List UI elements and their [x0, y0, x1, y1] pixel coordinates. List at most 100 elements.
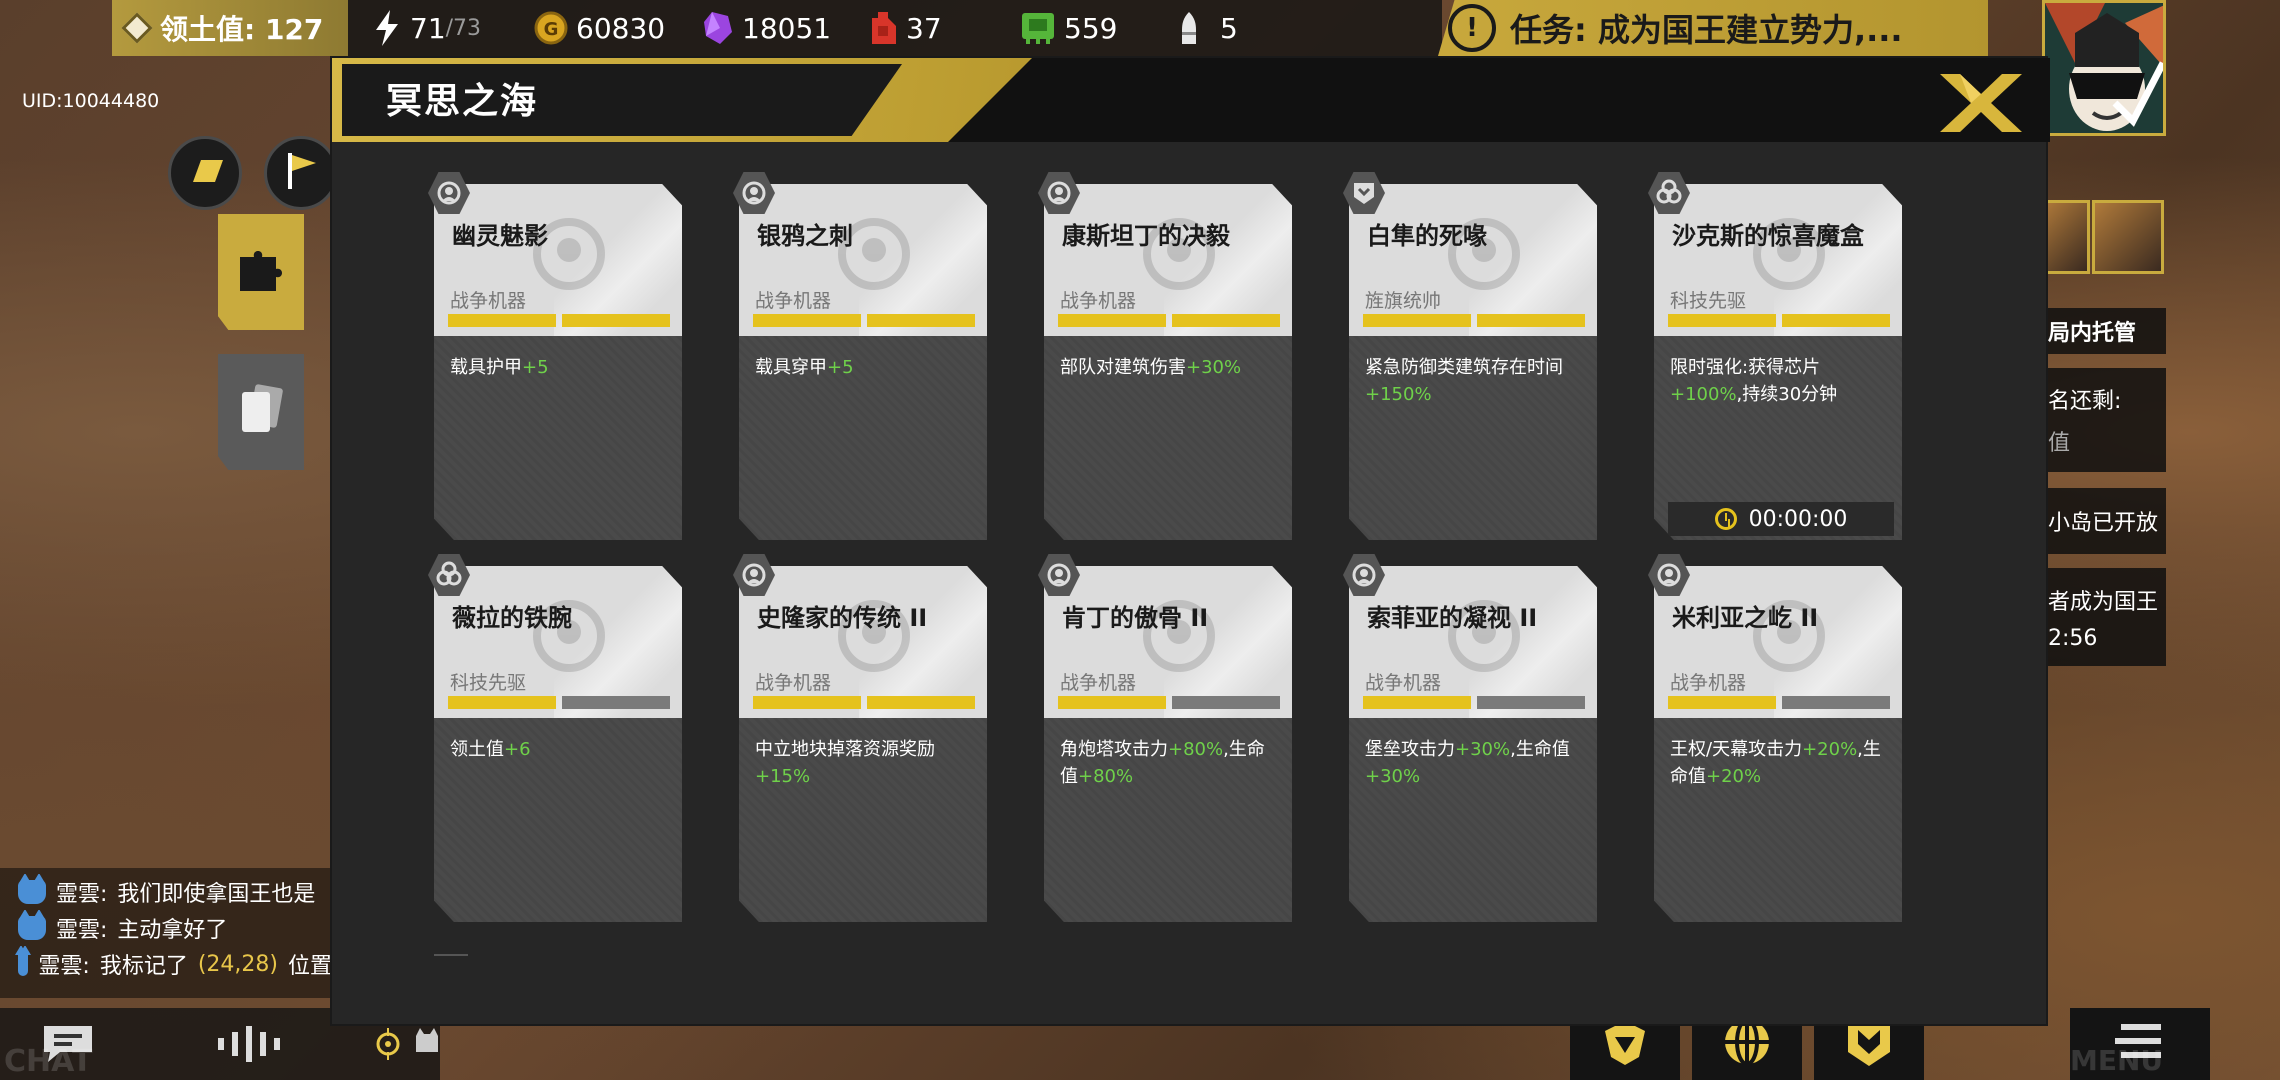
map-marker-button[interactable] [168, 136, 242, 210]
flag-icon [284, 151, 318, 195]
level-bar [1477, 696, 1585, 709]
level-bar [1668, 314, 1776, 327]
tab-puzzle[interactable] [218, 214, 304, 330]
level-bar [1477, 314, 1585, 327]
hosting-panel[interactable]: 局内托管 [2048, 308, 2166, 354]
divider [434, 954, 468, 956]
buff-card[interactable]: 康斯坦丁的决毅战争机器部队对建筑伤害+30% [1044, 184, 1292, 540]
chat-text: 主动拿好了 [117, 918, 228, 943]
chat-message: 霊雲: 主动拿好了 [0, 910, 332, 946]
menu-button[interactable]: MENU [2070, 1008, 2210, 1080]
ammo-resource[interactable]: 5 [1178, 0, 1238, 56]
clock-icon [1714, 508, 1737, 530]
card-type: 战争机器 [755, 290, 832, 312]
card-type: 战争机器 [1365, 672, 1442, 694]
locate-target-icon[interactable] [372, 1028, 404, 1060]
chat-coordinate-link[interactable]: (24,28) [198, 952, 278, 977]
territory-value[interactable]: 领土值: 127 [112, 0, 348, 56]
buff-card[interactable]: 米利亚之屹 II 战争机器 王权/天幕攻击力+20%,生命值+20% [1654, 566, 1902, 922]
description-text: ,生命值 [1510, 739, 1570, 760]
voice-wave-icon[interactable] [214, 1026, 298, 1062]
puzzle-icon [234, 243, 288, 301]
description-text: 载具穿甲 [755, 357, 827, 378]
gold-coin-icon: G [534, 11, 568, 45]
card-type: 科技先驱 [450, 672, 527, 694]
card-name: 史隆家的传统 II [757, 604, 928, 632]
chat-text: 我标记了 [99, 954, 188, 979]
description-text: ,持续30分钟 [1736, 384, 1838, 405]
card-name: 米利亚之屹 II [1672, 604, 1819, 632]
level-bar [1782, 314, 1890, 327]
buff-modal: 冥思之海 幽灵魅影 战争机器 载具护甲+5 银鸦之刺 战争机器 载具穿甲+5 康斯坦丁的决毅… [330, 56, 2050, 1026]
card-type: 战争机器 [1060, 290, 1137, 312]
description-text: 紧急防御类建筑存在时间 [1365, 357, 1563, 378]
level-bar [867, 696, 975, 709]
close-button[interactable] [1936, 72, 2026, 138]
level-bar [448, 696, 556, 709]
remaining-label: 名还剩: [2048, 389, 2122, 414]
buff-card[interactable]: 肯丁的傲骨 II 战争机器 角炮塔攻击力+80%,生命值+80% [1044, 566, 1292, 922]
tab-cards[interactable] [218, 354, 304, 470]
chat-panel[interactable]: 霊雲: 我们即使拿国王也是 霊雲: 主动拿好了 霊雲: 我标记了 (24,28) 位… [0, 868, 332, 998]
buff-card[interactable]: 薇拉的铁腕 科技先驱 领土值+6 [434, 566, 682, 922]
bonus-value: +5 [522, 357, 549, 378]
territory-label: 领土值: 127 [160, 13, 324, 46]
modal-title: 冥思之海 [386, 81, 539, 122]
description-text: 部队对建筑伤害 [1060, 357, 1186, 378]
bonus-value: +100% [1670, 384, 1737, 405]
buff-card[interactable]: 白隼的死喙 旌旗统帅 紧急防御类建筑存在时间 +150% [1349, 184, 1597, 540]
card-description: 部队对建筑伤害+30% [1060, 354, 1280, 381]
chat-user: 霊雲: [56, 918, 108, 943]
card-name: 康斯坦丁的决毅 [1062, 222, 1230, 250]
card-name: 沙克斯的惊喜魔盒 [1672, 222, 1864, 250]
remaining-value: 值 [2048, 431, 2071, 456]
modal-header: 冥思之海 [332, 58, 2050, 142]
player-avatar[interactable] [2042, 0, 2166, 136]
buff-card[interactable]: 幽灵魅影 战争机器 载具护甲+5 [434, 184, 682, 540]
bonus-value: +5 [827, 357, 854, 378]
bonus-value: +30% [1365, 766, 1421, 787]
buff-card[interactable]: 银鸦之刺 战争机器 载具穿甲+5 [739, 184, 987, 540]
bonus-value: +15% [755, 766, 811, 787]
territory-icon [121, 12, 153, 44]
level-bar [1363, 696, 1471, 709]
ally-avatar-2[interactable] [2092, 200, 2164, 274]
card-name: 肯丁的傲骨 II [1062, 604, 1209, 632]
task-banner[interactable]: ! 任务: 成为国王建立势力,... [1438, 0, 1988, 56]
king-panel: 者成为国王 2:56 [2048, 568, 2166, 666]
bonus-value: +20% [1802, 739, 1858, 760]
hosting-label: 局内托管 [2048, 321, 2137, 346]
card-type: 战争机器 [450, 290, 527, 312]
buff-timer: 00:00:00 [1668, 502, 1894, 536]
cat-head-icon[interactable] [414, 1026, 440, 1058]
gold-value: 60830 [576, 11, 666, 45]
island-open-label: 小岛已开放 [2048, 511, 2159, 536]
king-countdown: 2:56 [2048, 625, 2098, 651]
cards-icon [234, 380, 288, 444]
bonus-value: +80% [1168, 739, 1224, 760]
level-bar [1172, 314, 1280, 327]
level-bar [1363, 314, 1471, 327]
gold-resource[interactable]: G 60830 [534, 0, 665, 56]
crystal-resource[interactable]: 18051 [702, 0, 831, 56]
buff-card[interactable]: 沙克斯的惊喜魔盒 科技先驱 限时强化:获得芯片 +100%,持续30分钟 00:00:0… [1654, 184, 1902, 540]
chip-icon [1020, 11, 1056, 45]
fuel-resource[interactable]: 37 [868, 0, 942, 56]
card-name: 白隼的死喙 [1367, 222, 1487, 250]
purple-crystal-icon [702, 10, 734, 46]
level-bar [1058, 314, 1166, 327]
level-bar [1782, 696, 1890, 709]
bonus-value: +150% [1365, 384, 1432, 405]
card-description: 堡垒攻击力+30%,生命值+30% [1365, 736, 1585, 790]
buff-card[interactable]: 史隆家的传统 II 战争机器 中立地块掉落资源奖励 +15% [739, 566, 987, 922]
bonus-value: +6 [504, 739, 531, 760]
card-description: 中立地块掉落资源奖励 +15% [755, 736, 975, 790]
buff-card[interactable]: 索菲亚的凝视 II 战争机器 堡垒攻击力+30%,生命值+30% [1349, 566, 1597, 922]
description-text: 王权/天幕攻击力 [1670, 739, 1803, 760]
chip-resource[interactable]: 559 [1020, 0, 1117, 56]
description-text: 限时强化:获得芯片 [1670, 357, 1821, 378]
bullet-icon [1178, 10, 1200, 46]
flag-button[interactable] [264, 136, 338, 210]
card-description: 载具护甲+5 [450, 354, 670, 381]
energy-resource[interactable]: 71/73 [372, 0, 481, 56]
